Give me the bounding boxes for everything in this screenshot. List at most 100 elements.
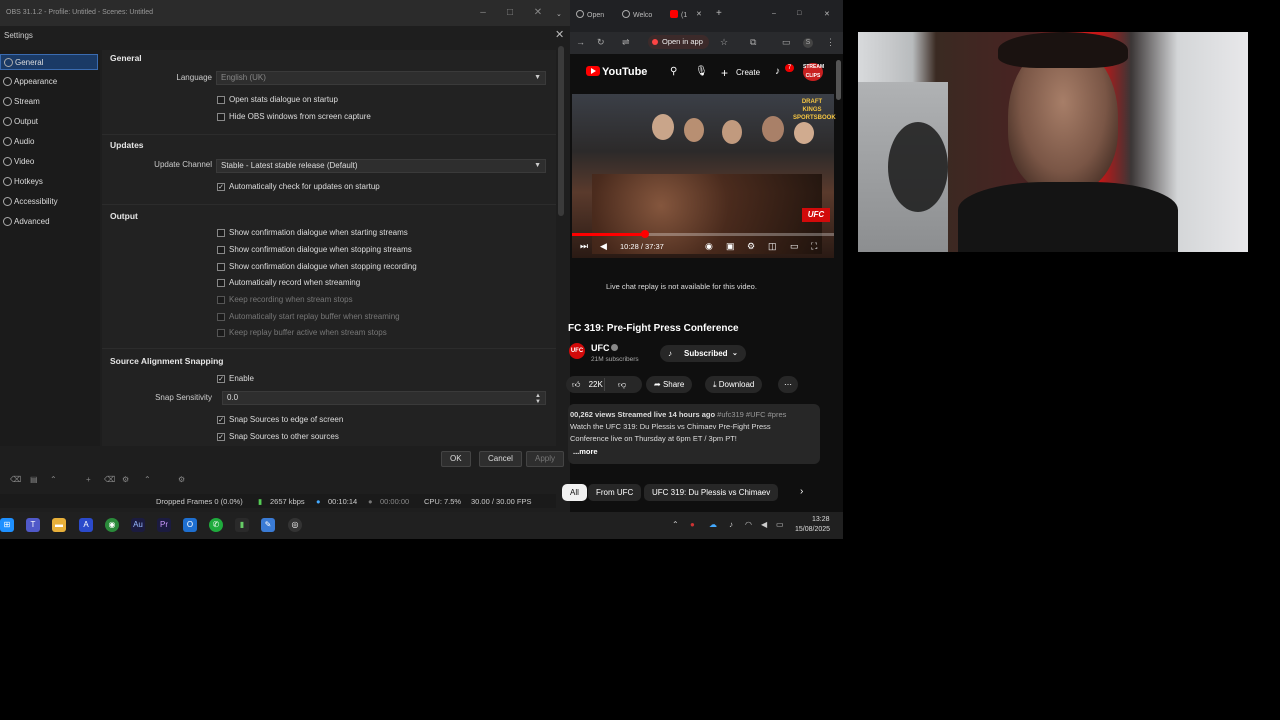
open-stats-checkbox[interactable]: Open stats dialogue on startup (217, 95, 338, 105)
hide-obs-checkbox[interactable]: Hide OBS windows from screen capture (217, 112, 371, 122)
reload-icon[interactable]: ↻ (597, 37, 605, 48)
sidebar-item-stream[interactable]: Stream (0, 94, 98, 110)
sidebar-item-advanced[interactable]: Advanced (0, 214, 98, 230)
mic-icon[interactable]: 🎙︎ (695, 66, 708, 77)
minimize-icon[interactable]: – (476, 6, 490, 20)
auto-check-updates-checkbox[interactable]: ✓ Automatically check for updates on star… (217, 182, 380, 192)
dialog-close-icon[interactable]: ✕ (555, 28, 564, 41)
like-icon[interactable]: 👍︎ (572, 380, 580, 389)
tray-app-icon[interactable]: ● (690, 520, 695, 529)
folder-icon[interactable]: ▬ (52, 518, 66, 532)
trash-icon[interactable]: ⌫ (10, 475, 21, 484)
language-select[interactable]: English (UK) ▼ (216, 71, 546, 85)
auto-record-checkbox[interactable]: Automatically record when streaming (217, 278, 360, 288)
sidebar-item-appearance[interactable]: Appearance (0, 74, 98, 90)
snap-edge-checkbox[interactable]: ✓ Snap Sources to edge of screen (217, 415, 343, 425)
onedrive-icon[interactable]: ☁ (709, 520, 717, 529)
miniplayer-icon[interactable]: ◫ (768, 241, 777, 252)
close-icon[interactable]: ✕ (531, 6, 545, 20)
cast-icon[interactable]: ▭ (782, 37, 791, 48)
page-scrollbar[interactable] (836, 60, 841, 100)
settings-icon[interactable]: ⚙ (178, 475, 185, 484)
browser-menu-icon[interactable]: ⋮ (826, 37, 835, 48)
editor-icon[interactable]: ✎ (261, 518, 275, 532)
volume-icon[interactable]: ◀ (761, 520, 767, 529)
share-button[interactable]: ➦ Share (646, 376, 693, 393)
youtube-logo-text[interactable]: YouTube (602, 66, 647, 78)
create-button[interactable]: + Create (718, 64, 768, 82)
app-icon[interactable]: A (79, 518, 93, 532)
remove-icon[interactable]: ⌫ (104, 475, 115, 484)
subscribed-button[interactable]: ♪ Subscribed ⌄ (660, 345, 746, 362)
bell-icon[interactable]: ♪ (775, 66, 780, 77)
browser-tab[interactable]: Welco (622, 10, 652, 19)
browser-tab-active[interactable]: (1 (670, 10, 687, 19)
premiere-icon[interactable]: Pr (157, 518, 171, 532)
confirm-start-stream-checkbox[interactable]: Show confirmation dialogue when starting… (217, 228, 408, 238)
account-avatar[interactable]: STREAM CLIPS (803, 63, 824, 81)
chevron-right-icon[interactable]: › (800, 486, 803, 497)
browser-tab[interactable]: Open (576, 10, 604, 19)
battery-icon[interactable]: ▭ (776, 520, 784, 529)
chip-related[interactable]: UFC 319: Du Plessis vs Chimaev (644, 484, 779, 501)
sidebar-item-output[interactable]: Output (0, 114, 98, 130)
settings-gear-icon[interactable]: ⚙ (747, 241, 755, 252)
sidebar-item-audio[interactable]: Audio (0, 134, 98, 150)
open-in-app-button[interactable]: Open in app (648, 35, 709, 49)
wifi-icon[interactable]: ◠ (745, 520, 752, 529)
cancel-button[interactable]: Cancel (479, 451, 522, 467)
gear-icon[interactable]: ⚙ (122, 475, 129, 484)
snap-other-checkbox[interactable]: ✓ Snap Sources to other sources (217, 432, 339, 442)
sidebar-item-hotkeys[interactable]: Hotkeys (0, 174, 98, 190)
description-more-link[interactable]: ...more (573, 447, 598, 456)
apply-button[interactable]: Apply (526, 451, 565, 467)
update-channel-select[interactable]: Stable - Latest stable release (Default)… (216, 159, 546, 173)
profile-avatar[interactable]: S (803, 38, 813, 48)
whatsapp-icon[interactable]: ✆ (209, 518, 223, 532)
maximize-icon[interactable]: □ (503, 6, 517, 20)
tab-close-icon[interactable]: ✕ (696, 10, 702, 18)
search-icon[interactable]: ⚲ (670, 66, 677, 77)
audition-icon[interactable]: Au (131, 518, 145, 532)
add-icon[interactable]: + (86, 475, 91, 484)
clock-time[interactable]: 13:28 (812, 516, 830, 523)
sidebar-item-general[interactable]: General (0, 54, 98, 70)
new-tab-icon[interactable]: + (716, 8, 722, 19)
confirm-stop-recording-checkbox[interactable]: Show confirmation dialogue when stopping… (217, 262, 417, 272)
tab-list-icon[interactable]: ⌄ (556, 10, 562, 18)
sidebar-item-video[interactable]: Video (0, 154, 98, 170)
fullscreen-icon[interactable]: ⛶ (811, 241, 817, 252)
extensions-icon[interactable]: ⧉ (750, 37, 756, 48)
maximize-icon[interactable]: □ (797, 10, 801, 17)
obs-icon[interactable]: ◎ (288, 518, 302, 532)
settings-scrollbar[interactable] (558, 46, 564, 216)
dislike-icon[interactable]: 👎︎ (618, 376, 626, 393)
next-icon[interactable]: ⏭ (580, 241, 588, 252)
ok-button[interactable]: OK (441, 451, 471, 467)
mic-icon[interactable]: ♪ (729, 520, 733, 529)
channel-avatar[interactable]: UFC (569, 343, 585, 359)
chip-all[interactable]: All (562, 484, 587, 501)
chrome-icon[interactable]: ◉ (105, 518, 119, 532)
spin-arrows-icon[interactable]: ▲ ▼ (535, 393, 541, 405)
captions-icon[interactable]: ▣ (726, 241, 735, 252)
volume-icon[interactable]: ◀ (600, 241, 607, 252)
tray-chevron-icon[interactable]: ⌃ (672, 520, 679, 529)
snapping-enable-checkbox[interactable]: ✓ Enable (217, 374, 254, 384)
move-up-icon[interactable]: ⌃ (144, 475, 151, 484)
chip-from-ufc[interactable]: From UFC (588, 484, 642, 501)
like-count[interactable]: 22K (589, 380, 603, 389)
minimize-icon[interactable]: – (772, 10, 776, 17)
forward-icon[interactable]: → (576, 37, 585, 47)
clock-date[interactable]: 15/08/2025 (795, 526, 830, 533)
site-settings-icon[interactable]: ⇌ (622, 37, 630, 48)
download-button[interactable]: ⤓ Download (705, 376, 763, 393)
audio-meter-icon[interactable]: ▮ (235, 518, 249, 532)
outlook-icon[interactable]: O (183, 518, 197, 532)
confirm-stop-stream-checkbox[interactable]: Show confirmation dialogue when stopping… (217, 245, 412, 255)
windows-start-icon[interactable]: ⊞ (0, 518, 14, 532)
more-actions-button[interactable]: ⋯ (778, 376, 798, 393)
hashtags[interactable]: #ufc319 #UFC #pres (715, 410, 786, 419)
teams-icon[interactable]: T (26, 518, 40, 532)
theater-mode-icon[interactable]: ▭ (790, 241, 799, 252)
